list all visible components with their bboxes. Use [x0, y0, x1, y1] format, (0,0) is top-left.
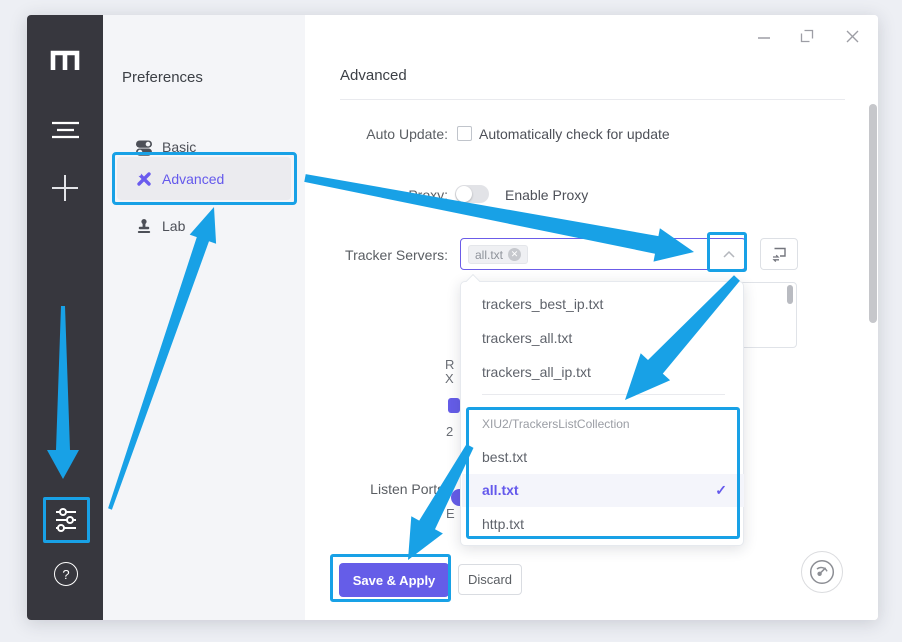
textarea-scrollbar[interactable]	[787, 285, 793, 304]
dropdown-item-selected[interactable]: all.txt	[461, 474, 743, 507]
collapse-dropdown-button[interactable]	[717, 244, 741, 266]
clipped-text-fragment: 2	[446, 424, 453, 439]
task-list-icon[interactable]	[51, 119, 79, 141]
app-background: ? Preferences Basic	[0, 0, 902, 642]
proxy-toggle[interactable]	[455, 185, 489, 203]
app-sidebar: ?	[27, 15, 103, 620]
stamp-icon	[135, 217, 153, 235]
close-button[interactable]	[840, 24, 864, 48]
listen-ports-label: Listen Ports:	[348, 481, 448, 497]
dropdown-item[interactable]: best.txt	[461, 440, 743, 474]
auto-update-label: Auto Update:	[310, 126, 448, 142]
page-scrollbar[interactable]	[869, 104, 877, 323]
speedometer-icon	[809, 559, 835, 585]
selected-tracker-tag: all.txt ✕	[468, 245, 528, 264]
close-icon	[845, 29, 860, 44]
tag-remove-icon[interactable]: ✕	[508, 248, 521, 261]
motrix-logo	[48, 47, 82, 75]
preferences-nav-panel: Preferences Basic Advanced	[103, 15, 305, 620]
dropdown-group-label: XIU2/TrackersListCollection	[482, 415, 630, 433]
tracker-servers-label: Tracker Servers:	[310, 247, 448, 263]
clipped-text-fragment: X	[445, 371, 454, 386]
tag-label: all.txt	[475, 248, 503, 262]
nav-item-label: Basic	[162, 139, 196, 155]
minimize-button[interactable]	[752, 25, 776, 49]
preferences-panel-title: Preferences	[122, 69, 203, 86]
toggle-knob	[456, 186, 472, 202]
discard-button[interactable]: Discard	[458, 564, 522, 595]
page-title: Advanced	[340, 67, 407, 84]
speed-limit-button[interactable]	[801, 551, 843, 593]
proxy-toggle-label: Enable Proxy	[505, 187, 588, 203]
check-icon: ✓	[715, 474, 727, 507]
maximize-icon	[800, 29, 814, 43]
sync-icon	[770, 245, 788, 263]
dropdown-divider	[482, 394, 725, 395]
clipped-text-fragment: E	[446, 506, 455, 521]
tools-icon	[135, 170, 153, 188]
preferences-icon[interactable]	[53, 506, 79, 534]
proxy-label: Proxy:	[310, 187, 448, 203]
auto-update-checkbox-label: Automatically check for update	[479, 126, 670, 142]
toggles-icon	[135, 138, 153, 156]
nav-item-label: Lab	[162, 218, 185, 234]
help-icon[interactable]: ?	[53, 561, 79, 587]
chevron-up-icon	[721, 247, 737, 263]
nav-item-advanced[interactable]: Advanced	[117, 157, 291, 200]
add-task-icon[interactable]	[51, 173, 79, 203]
tracker-servers-select[interactable]: all.txt ✕	[460, 238, 746, 270]
dropdown-item[interactable]: http.txt	[461, 507, 743, 541]
dropdown-item[interactable]: trackers_best_ip.txt	[461, 287, 743, 321]
clipped-checkbox-fragment	[448, 398, 460, 413]
help-glyph: ?	[62, 567, 69, 582]
dropdown-item[interactable]: trackers_all_ip.txt	[461, 355, 743, 389]
maximize-button[interactable]	[795, 24, 819, 48]
motrix-preferences-window: ? Preferences Basic	[27, 15, 878, 620]
title-divider	[340, 99, 845, 100]
nav-item-lab[interactable]: Lab	[117, 204, 291, 247]
minimize-icon	[757, 30, 771, 44]
tracker-dropdown: trackers_best_ip.txt trackers_all.txt tr…	[460, 281, 744, 546]
save-apply-button[interactable]: Save & Apply	[339, 563, 449, 597]
dropdown-item[interactable]: trackers_all.txt	[461, 321, 743, 355]
auto-update-checkbox[interactable]	[457, 126, 472, 141]
clipped-text-fragment: R	[445, 357, 454, 372]
nav-item-label: Advanced	[162, 171, 224, 187]
sync-tracker-list-button[interactable]	[760, 238, 798, 270]
